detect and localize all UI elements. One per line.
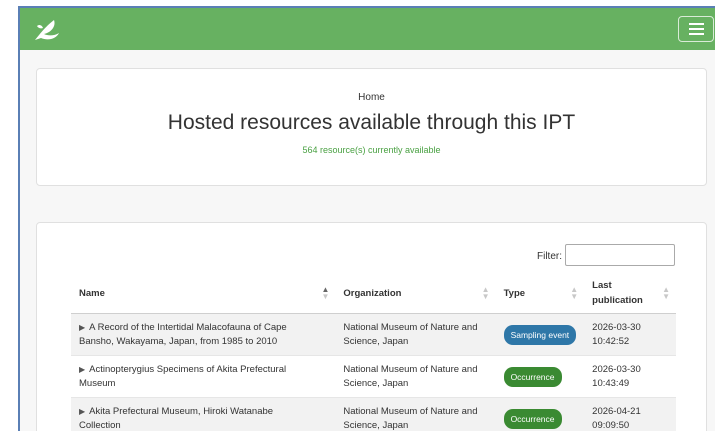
last-publication-cell: 2026-04-2109:09:50 <box>584 398 676 431</box>
top-navbar <box>20 8 715 50</box>
type-badge: Occurrence <box>504 409 562 429</box>
column-header-last-publication[interactable]: Last publication ▲▼ <box>584 273 676 314</box>
last-publication-cell: 2026-03-3010:42:52 <box>584 314 676 356</box>
column-header-type[interactable]: Type ▲▼ <box>496 273 585 314</box>
resource-name-cell[interactable]: ▶Actinopterygius Specimens of Akita Pref… <box>71 356 335 398</box>
filter-input[interactable] <box>565 244 675 266</box>
filter-label: Filter: <box>537 251 562 262</box>
resource-name-cell[interactable]: ▶A Record of the Intertidal Malacofauna … <box>71 314 335 356</box>
sort-arrows-icon: ▲▼ <box>570 286 578 300</box>
expand-triangle-icon[interactable]: ▶ <box>79 365 85 374</box>
type-badge: Sampling event <box>504 325 577 345</box>
table-row[interactable]: ▶Akita Prefectural Museum, Hiroki Watana… <box>71 398 676 431</box>
last-publication-cell: 2026-03-3010:43:49 <box>584 356 676 398</box>
sort-arrows-icon: ▲▼ <box>321 286 329 300</box>
resources-table: Name ▲▼ Organization ▲▼ Type ▲▼ Last pub… <box>71 273 676 431</box>
resource-name-cell[interactable]: ▶Akita Prefectural Museum, Hiroki Watana… <box>71 398 335 431</box>
organization-cell: National Museum of Nature andScience, Ja… <box>335 398 495 431</box>
type-cell: Sampling event <box>496 314 585 356</box>
column-header-organization[interactable]: Organization ▲▼ <box>335 273 495 314</box>
breadcrumb[interactable]: Home <box>37 92 706 103</box>
ipt-leaf-logo[interactable] <box>32 16 62 42</box>
organization-cell: National Museum of Nature andScience, Ja… <box>335 356 495 398</box>
table-row[interactable]: ▶A Record of the Intertidal Malacofauna … <box>71 314 676 356</box>
organization-cell: National Museum of Nature andScience, Ja… <box>335 314 495 356</box>
sort-arrows-icon: ▲▼ <box>482 286 490 300</box>
type-cell: Occurrence <box>496 398 585 431</box>
resources-table-panel: Filter: Name ▲▼ Organization ▲▼ <box>36 222 707 431</box>
resource-count: 564 resource(s) currently available <box>37 145 706 155</box>
table-row[interactable]: ▶Actinopterygius Specimens of Akita Pref… <box>71 356 676 398</box>
hamburger-menu-icon[interactable] <box>678 16 714 42</box>
sort-arrows-icon: ▲▼ <box>662 286 670 300</box>
type-badge: Occurrence <box>504 367 562 387</box>
expand-triangle-icon[interactable]: ▶ <box>79 407 85 416</box>
type-cell: Occurrence <box>496 356 585 398</box>
expand-triangle-icon[interactable]: ▶ <box>79 323 85 332</box>
hero-panel: Home Hosted resources available through … <box>36 68 707 186</box>
column-header-name[interactable]: Name ▲▼ <box>71 273 335 314</box>
browser-viewport: Home Hosted resources available through … <box>18 6 715 431</box>
page-title: Hosted resources available through this … <box>37 111 706 135</box>
